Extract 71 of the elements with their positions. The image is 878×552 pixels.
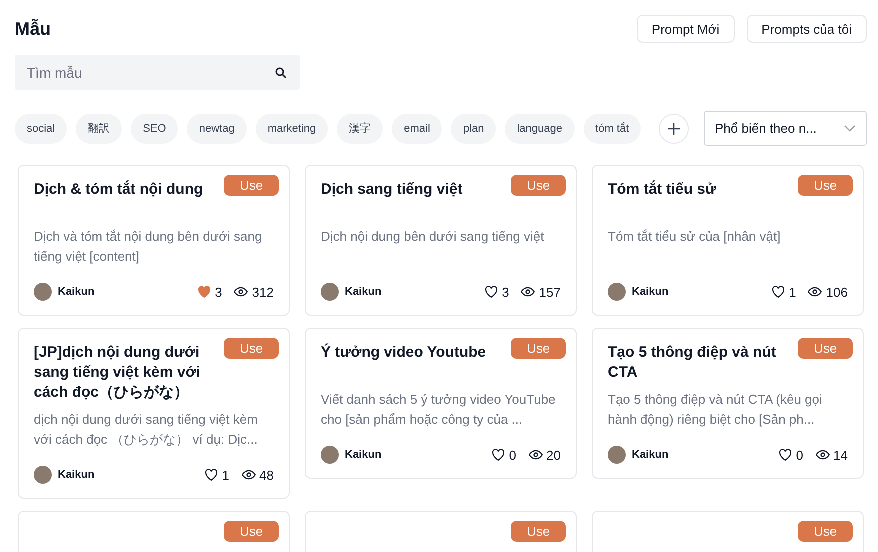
heart-icon[interactable] — [779, 449, 792, 461]
view-count: 157 — [539, 284, 561, 300]
avatar — [34, 283, 52, 301]
tag-chip[interactable]: newtag — [187, 114, 247, 144]
card-description: Dịch và tóm tắt nội dung bên dưới sang tiếng việt [content] — [34, 228, 264, 266]
view-count: 312 — [252, 284, 274, 300]
card-description: Tạo 5 thông điệp và nút CTA (kêu gọi hành động) riêng biệt cho [Sản ph... — [608, 391, 824, 429]
tag-chip[interactable]: 翻訳 — [76, 114, 122, 144]
author-name: Kaikun — [632, 286, 670, 298]
author-name: Kaikun — [58, 286, 96, 298]
prompt-card[interactable]: Tạo 5 thông điệp và nút CTA Use Tạo 5 thông điệp và nút CTA (kêu gọi hành động) riêng biệt cho [Sản ph... Kaikun 0 14 — [592, 328, 864, 479]
eye-icon — [816, 450, 830, 460]
sort-dropdown[interactable]: Phổ biến theo n... — [704, 111, 867, 146]
view-count: 48 — [260, 468, 274, 482]
card-title: Ý tưởng video Youtube — [321, 342, 486, 363]
like-count: 1 — [222, 468, 230, 482]
avatar — [34, 466, 52, 484]
author-name: Kaikun — [345, 286, 383, 298]
heart-icon[interactable] — [492, 449, 506, 461]
card-description: Tóm tắt tiểu sử của [nhân vật] — [608, 228, 782, 246]
tag-chip[interactable]: 漢字 — [337, 114, 384, 144]
heart-icon[interactable] — [772, 286, 786, 298]
header-button[interactable]: Prompts của tôi — [746, 15, 867, 43]
heart-icon[interactable] — [485, 286, 498, 298]
author-name: Kaikun — [345, 449, 383, 461]
eye-icon — [521, 287, 536, 297]
header-button[interactable]: Prompt Mới — [636, 15, 735, 43]
card-title: Tóm tắt tiểu sử — [608, 180, 716, 200]
author-name: Kaikun — [632, 449, 670, 461]
avatar — [321, 283, 339, 301]
like-count: 0 — [796, 448, 804, 462]
search-icon[interactable] — [275, 67, 287, 79]
heart-icon[interactable] — [205, 469, 218, 481]
avatar — [321, 446, 339, 464]
card-title: Dịch & tóm tắt nội dung — [34, 180, 204, 200]
card-title: Dịch sang tiếng việt — [321, 180, 463, 200]
eye-icon — [528, 450, 543, 460]
tag-chip[interactable]: tóm tắt — [584, 114, 642, 144]
tag-chip[interactable]: SEO — [131, 114, 178, 144]
like-count: 0 — [509, 448, 517, 462]
card-description: Dịch nội dung bên dưới sang tiếng việt — [321, 228, 546, 246]
tag-chip[interactable]: social — [15, 114, 68, 144]
like-count: 1 — [789, 284, 796, 300]
tag-chip[interactable]: plan — [451, 114, 496, 144]
eye-icon — [242, 470, 256, 480]
card-description: dịch nội dung dưới sang tiếng việt kèm với cách đọc （ひらがな） ví dụ: Dịc... — [34, 411, 259, 449]
tag-chip[interactable]: email — [392, 114, 442, 144]
avatar — [608, 283, 626, 301]
prompt-card[interactable]: Dịch sang tiếng việt Use Dịch nội dung bên dưới sang tiếng việt Kaikun 3 157 — [305, 165, 577, 316]
page-title: Mẫu — [15, 18, 51, 40]
like-count: 3 — [502, 284, 510, 300]
card-description: Viết danh sách 5 ý tưởng video YouTube cho [sản phẩm hoặc công ty của ... — [321, 391, 557, 429]
tag-chip[interactable]: language — [505, 114, 575, 144]
eye-icon — [234, 287, 248, 297]
card-title: Tạo 5 thông điệp và nút CTA — [608, 343, 778, 383]
search-field[interactable]: Tìm mẫu — [15, 55, 300, 90]
chevron-down-icon — [844, 124, 856, 132]
avatar — [608, 446, 626, 464]
author-name: Kaikun — [58, 469, 96, 481]
prompt-card[interactable]: Ý tưởng video Youtube Use Viết danh sách 5 ý tưởng video YouTube cho [sản phẩm hoặc công ty của ... Kaikun 0 20 — [305, 328, 577, 479]
like-count: 3 — [215, 284, 222, 300]
prompt-card[interactable]: [JP]dịch nội dung dưới sang tiếng việt kèm với cách đọc（ひらがな） Use dịch nội dung dưới sang tiếng việt kèm với cách đọc （ひらがな） ví dụ: Dịc... Kaikun 1 48 — [18, 328, 290, 499]
prompt-card[interactable]: Tóm tắt tiểu sử Use Tóm tắt tiểu sử của [nhân vật] Kaikun 1 106 — [592, 165, 864, 316]
plus-icon — [667, 122, 681, 136]
view-count: 20 — [546, 448, 561, 462]
card-title: [JP]dịch nội dung dưới sang tiếng việt kèm với cách đọc（ひらがな） — [34, 343, 202, 403]
view-count: 106 — [826, 284, 848, 300]
add-tag-button[interactable] — [659, 114, 689, 144]
eye-icon — [808, 287, 822, 297]
view-count: 14 — [834, 448, 848, 462]
tag-chip[interactable]: marketing — [256, 114, 328, 144]
